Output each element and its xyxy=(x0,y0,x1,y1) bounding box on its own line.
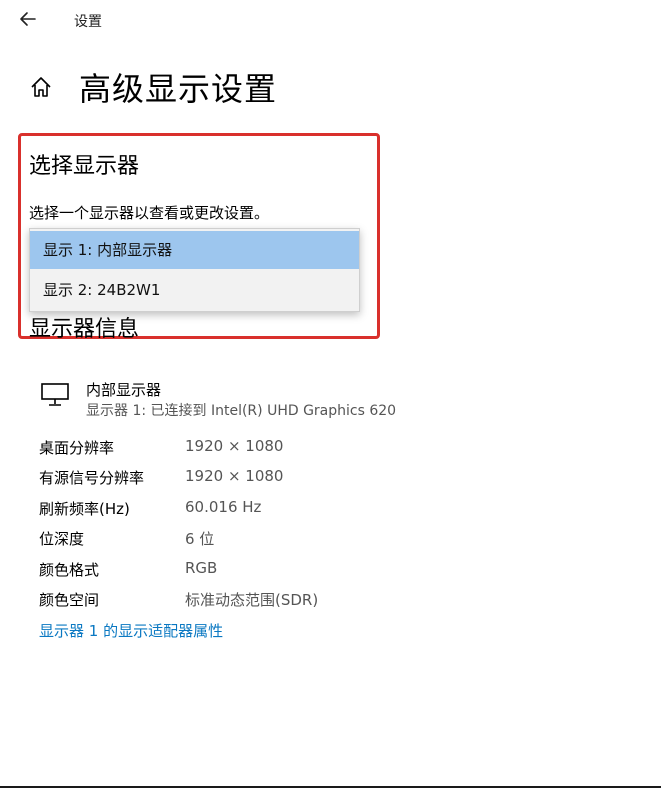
adapter-properties-link[interactable]: 显示器 1 的显示适配器属性 xyxy=(39,620,223,641)
desktop-resolution-label: 桌面分辨率 xyxy=(39,439,115,457)
bit-depth-value: 6 位 xyxy=(185,530,215,548)
back-button[interactable] xyxy=(17,8,41,30)
back-arrow-icon xyxy=(20,12,36,26)
refresh-rate-value: 60.016 Hz xyxy=(185,498,262,516)
active-signal-resolution-value: 1920 × 1080 xyxy=(185,467,284,485)
refresh-rate-label: 刷新频率(Hz) xyxy=(39,500,130,518)
select-display-description: 选择一个显示器以查看或更改设置。 xyxy=(29,204,270,222)
display-connection: 显示器 1: 已连接到 Intel(R) UHD Graphics 620 xyxy=(86,403,397,419)
color-format-value: RGB xyxy=(185,559,218,577)
bottom-divider xyxy=(0,786,661,788)
app-title: 设置 xyxy=(74,14,102,30)
display-select-dropdown[interactable]: 显示 1: 内部显示器 显示 2: 24B2W1 xyxy=(29,228,360,312)
page-title: 高级显示设置 xyxy=(79,70,278,108)
display-option-1[interactable]: 显示 1: 内部显示器 xyxy=(30,231,359,269)
monitor-icon xyxy=(40,382,72,408)
display-info-heading: 显示器信息 xyxy=(29,317,140,342)
display-name: 内部显示器 xyxy=(86,381,162,399)
home-icon[interactable] xyxy=(29,75,53,99)
display-option-2[interactable]: 显示 2: 24B2W1 xyxy=(30,271,359,309)
select-display-heading: 选择显示器 xyxy=(29,154,140,179)
color-format-label: 颜色格式 xyxy=(39,561,100,579)
color-space-value: 标准动态范围(SDR) xyxy=(185,591,319,609)
active-signal-resolution-label: 有源信号分辨率 xyxy=(39,469,145,487)
bit-depth-label: 位深度 xyxy=(39,530,85,548)
color-space-label: 颜色空间 xyxy=(39,591,100,609)
desktop-resolution-value: 1920 × 1080 xyxy=(185,437,284,455)
